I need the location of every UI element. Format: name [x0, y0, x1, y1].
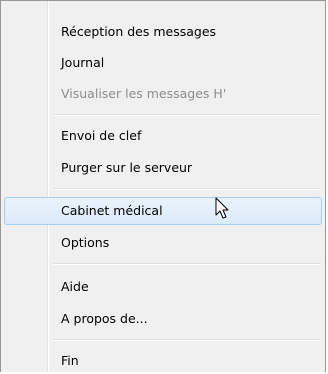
menu-item-label: Réception des messages — [61, 24, 217, 39]
menu-item-fin[interactable]: Fin — [4, 347, 322, 374]
menu-separator — [53, 263, 321, 265]
menu-item-label: Options — [61, 235, 110, 250]
menu-separator — [53, 114, 321, 116]
mouse-pointer-icon — [215, 197, 229, 219]
menu-separator — [53, 188, 321, 190]
menu-item-journal[interactable]: Journal — [4, 49, 322, 76]
menu-item-label: Envoi de clef — [61, 128, 142, 143]
menu-item-label: Visualiser les messages H' — [61, 86, 227, 101]
menu-item-visualiser-messages: Visualiser les messages H' — [4, 80, 322, 107]
menu-item-label: Aide — [61, 279, 89, 294]
menu-item-label: Cabinet médical — [61, 203, 163, 218]
menu-item-a-propos[interactable]: A propos de... — [4, 305, 322, 332]
menu-item-label: Purger sur le serveur — [61, 160, 193, 175]
menu-item-cabinet-medical[interactable]: Cabinet médical — [4, 197, 322, 225]
menu-item-aide[interactable]: Aide — [4, 273, 322, 300]
menu-item-envoi-de-clef[interactable]: Envoi de clef — [4, 122, 322, 149]
menu-item-label: Fin — [61, 353, 79, 368]
menu-item-label: Journal — [61, 55, 105, 70]
menu-item-reception-messages[interactable]: Réception des messages — [4, 18, 322, 45]
menu-item-purger-serveur[interactable]: Purger sur le serveur — [4, 154, 322, 181]
menu-separator — [53, 339, 321, 341]
context-menu: Réception des messages Journal Visualise… — [0, 0, 326, 372]
menu-item-label: A propos de... — [61, 311, 148, 326]
menu-item-options[interactable]: Options — [4, 229, 322, 256]
